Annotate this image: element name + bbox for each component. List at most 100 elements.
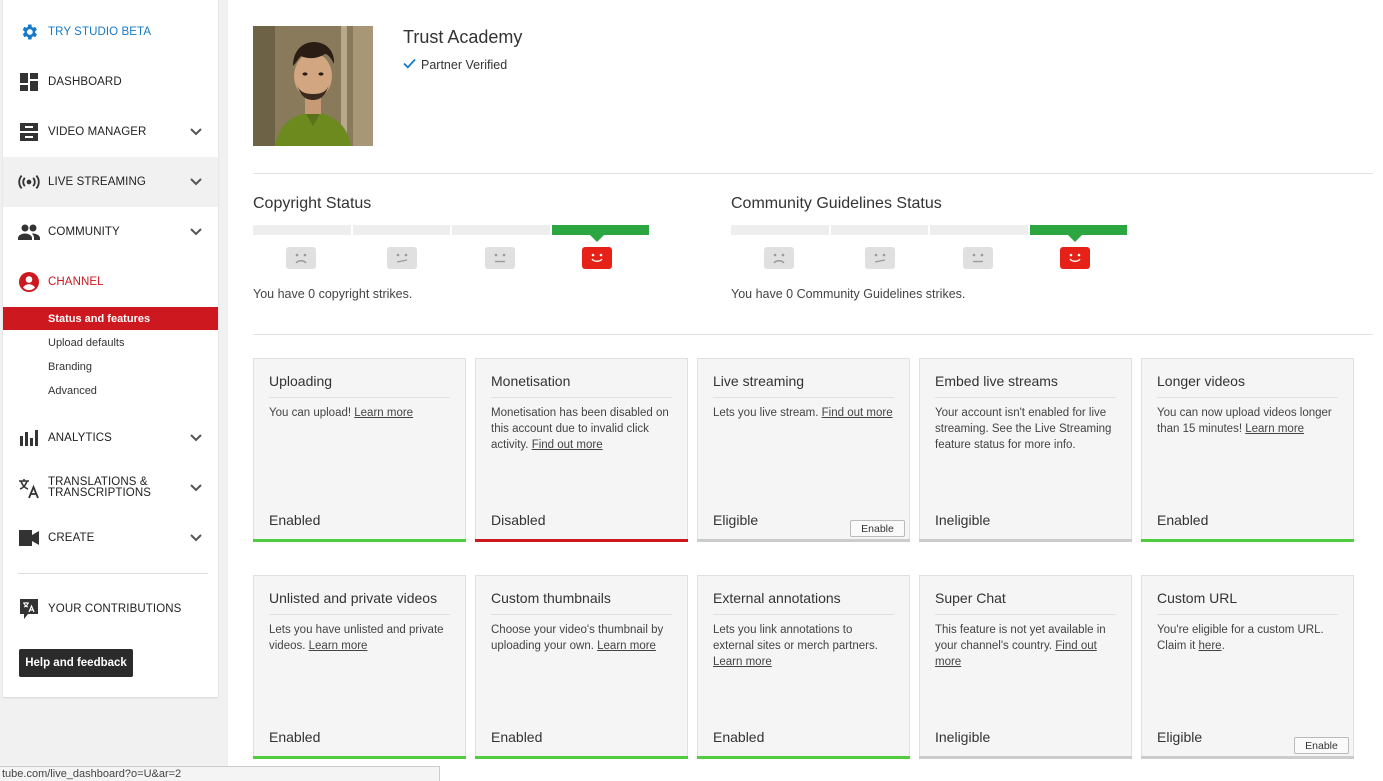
feature-state: Eligible [713, 512, 759, 528]
nav-label: YOUR CONTRIBUTIONS [48, 602, 182, 615]
learn-more-link[interactable]: Learn more [713, 656, 772, 668]
feature-state: Ineligible [935, 729, 991, 745]
subnav-advanced[interactable]: Advanced [3, 379, 218, 402]
community-strike-bar [731, 225, 1127, 235]
nav-dashboard[interactable]: DASHBOARD [3, 57, 218, 107]
find-out-more-link[interactable]: Find out more [822, 407, 893, 419]
chevron-down-icon[interactable] [189, 481, 203, 495]
feature-description: Your account isn't enabled for live stre… [935, 407, 1112, 451]
video-manager-icon [18, 121, 40, 143]
nav-community[interactable]: COMMUNITY [3, 207, 218, 257]
nav-channel[interactable]: CHANNEL [3, 257, 218, 307]
feature-title: Monetisation [491, 373, 672, 398]
learn-more-link[interactable]: Learn more [1245, 423, 1304, 435]
feature-state: Enabled [491, 729, 543, 745]
sidebar: TRY STUDIO BETA DASHBOARD VIDEO MANAGER … [3, 0, 218, 697]
nav-try-studio-beta[interactable]: TRY STUDIO BETA [3, 7, 218, 57]
strike-segment [731, 225, 829, 235]
chevron-down-icon[interactable] [189, 125, 203, 139]
channel-icon [18, 271, 40, 293]
feature-card-longer-videos: Longer videos You can now upload videos … [1141, 358, 1354, 542]
nav-label: CHANNEL [48, 275, 104, 288]
status-bar [253, 539, 466, 542]
feature-state: Enabled [1157, 512, 1209, 528]
feature-description: Lets you link annotations to external si… [713, 624, 878, 668]
strike-segment-current [1029, 225, 1127, 235]
strike-segment [352, 225, 450, 235]
feature-title: Unlisted and private videos [269, 590, 450, 615]
copyright-strikes-text: You have 0 copyright strikes. [253, 287, 413, 301]
status-bar [919, 539, 1132, 542]
community-strikes-text: You have 0 Community Guidelines strikes. [731, 287, 966, 301]
divider [253, 173, 1373, 174]
strike-segment [830, 225, 928, 235]
chevron-down-icon[interactable] [189, 531, 203, 545]
nav-your-contributions[interactable]: YOUR CONTRIBUTIONS [3, 584, 218, 634]
subnav-upload-defaults[interactable]: Upload defaults [3, 331, 218, 354]
feature-title: Longer videos [1157, 373, 1338, 398]
strike-segment [253, 225, 351, 235]
nav-analytics[interactable]: ANALYTICS [3, 413, 218, 463]
nav-live-streaming[interactable]: LIVE STREAMING [3, 157, 218, 207]
community-status-title: Community Guidelines Status [731, 195, 942, 212]
nav-translations[interactable]: TRANSLATIONS & TRANSCRIPTIONS [3, 463, 218, 513]
live-streaming-icon [18, 171, 40, 193]
feature-description: You can now upload videos longer than 15… [1157, 407, 1332, 435]
sad-face-icon [286, 247, 316, 269]
learn-more-link[interactable]: Learn more [309, 640, 368, 652]
unhappy-face-icon [865, 247, 895, 269]
learn-more-link[interactable]: Learn more [354, 407, 413, 419]
feature-card-live-streaming: Live streaming Lets you live stream. Fin… [697, 358, 910, 542]
status-bar [919, 756, 1132, 759]
feature-description: You're eligible for a custom URL. Claim … [1157, 624, 1324, 652]
enable-button[interactable]: Enable [850, 520, 905, 537]
dashboard-icon [18, 71, 40, 93]
browser-status-url: tube.com/live_dashboard?o=U&ar=2 [0, 766, 440, 781]
chevron-down-icon[interactable] [189, 175, 203, 189]
learn-more-link[interactable]: Learn more [597, 640, 656, 652]
nav-label: ANALYTICS [48, 431, 112, 444]
help-feedback-button[interactable]: Help and feedback [19, 649, 133, 677]
chevron-down-icon[interactable] [189, 431, 203, 445]
enable-button[interactable]: Enable [1294, 737, 1349, 754]
nav-label: VIDEO MANAGER [48, 125, 147, 138]
find-out-more-link[interactable]: Find out more [532, 439, 603, 451]
feature-card-uploading: Uploading You can upload! Learn more Ena… [253, 358, 466, 542]
divider [253, 334, 1373, 335]
feature-description: Lets you have unlisted and private video… [269, 624, 444, 652]
feature-card-super-chat: Super Chat This feature is not yet avail… [919, 575, 1132, 759]
analytics-icon [18, 427, 40, 449]
strike-pointer [590, 235, 604, 242]
strike-segment [930, 225, 1028, 235]
neutral-face-icon [963, 247, 993, 269]
chevron-down-icon[interactable] [189, 225, 203, 239]
feature-title: Super Chat [935, 590, 1116, 615]
subnav-status-and-features[interactable]: Status and features [3, 307, 218, 330]
status-bar [1141, 756, 1354, 759]
feature-state: Disabled [491, 512, 546, 528]
gear-icon [18, 21, 40, 43]
subnav-branding[interactable]: Branding [3, 355, 218, 378]
main-content: Trust Academy Partner Verified Copyright… [228, 0, 1383, 781]
copyright-status-title: Copyright Status [253, 195, 372, 212]
strike-segment [452, 225, 550, 235]
feature-description: Lets you live stream. Find out more [713, 407, 893, 419]
nav-create[interactable]: CREATE [3, 513, 218, 563]
partner-verified: Partner Verified [403, 58, 507, 72]
sidebar-divider [18, 573, 208, 574]
happy-face-icon [1060, 247, 1090, 269]
status-bar [697, 756, 910, 759]
nav-video-manager[interactable]: VIDEO MANAGER [3, 107, 218, 157]
sad-face-icon [764, 247, 794, 269]
feature-card-custom-url: Custom URL You're eligible for a custom … [1141, 575, 1354, 759]
channel-avatar[interactable] [253, 26, 373, 146]
strike-pointer [1068, 235, 1082, 242]
feature-title: Custom thumbnails [491, 590, 672, 615]
here-link[interactable]: here [1199, 640, 1222, 652]
feature-description: This feature is not yet available in you… [935, 624, 1106, 668]
status-bar [475, 539, 688, 542]
feature-state: Ineligible [935, 512, 991, 528]
verified-label: Partner Verified [421, 58, 508, 72]
feature-title: Live streaming [713, 373, 894, 398]
community-icon [18, 221, 40, 243]
